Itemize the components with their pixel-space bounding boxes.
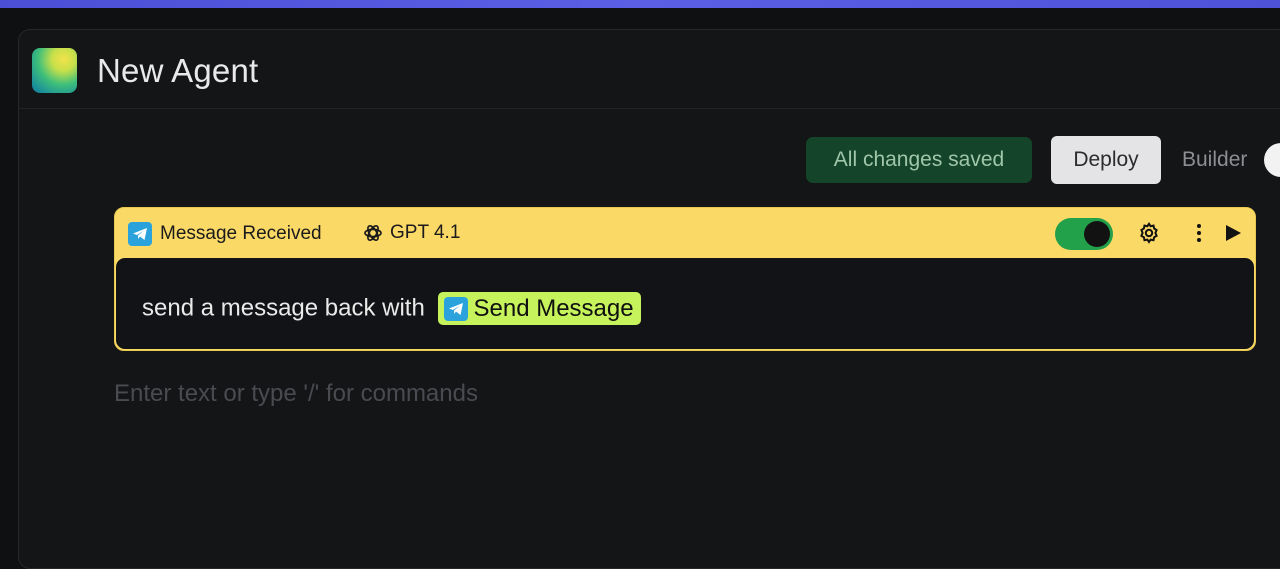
builder-label: Builder: [1182, 148, 1248, 171]
agent-block-card: Message Received GPT 4.1 send a message …: [114, 207, 1256, 351]
trigger-selector[interactable]: Message Received: [128, 222, 322, 246]
chip-label: Send Message: [473, 294, 634, 322]
block-enabled-toggle[interactable]: [1055, 218, 1113, 250]
model-label: GPT 4.1: [390, 222, 461, 243]
agent-header: New Agent: [19, 30, 1280, 109]
gear-icon[interactable]: [1137, 221, 1161, 245]
agent-title[interactable]: New Agent: [97, 52, 258, 90]
openai-icon: [364, 224, 382, 242]
prompt-line: send a message back with Send Message: [142, 292, 641, 325]
deploy-button[interactable]: Deploy: [1051, 136, 1161, 184]
play-icon[interactable]: [1223, 223, 1243, 243]
telegram-icon: [443, 296, 468, 321]
save-status-badge: All changes saved: [806, 137, 1032, 183]
builder-toggle[interactable]: [1264, 143, 1280, 177]
top-accent-bar: [0, 0, 1280, 8]
toggle-knob: [1084, 221, 1110, 247]
trigger-label: Message Received: [160, 223, 322, 244]
send-message-chip[interactable]: Send Message: [437, 292, 641, 325]
prompt-text: send a message back with: [142, 294, 425, 322]
more-options-icon[interactable]: [1195, 222, 1203, 244]
agent-logo: [32, 48, 77, 93]
model-selector[interactable]: GPT 4.1: [362, 222, 460, 244]
agent-panel: New Agent All changes saved Deploy Build…: [18, 29, 1280, 569]
telegram-icon: [128, 222, 152, 246]
editor-placeholder[interactable]: Enter text or type '/' for commands: [114, 380, 478, 408]
prompt-editor[interactable]: send a message back with Send Message: [116, 258, 1254, 349]
